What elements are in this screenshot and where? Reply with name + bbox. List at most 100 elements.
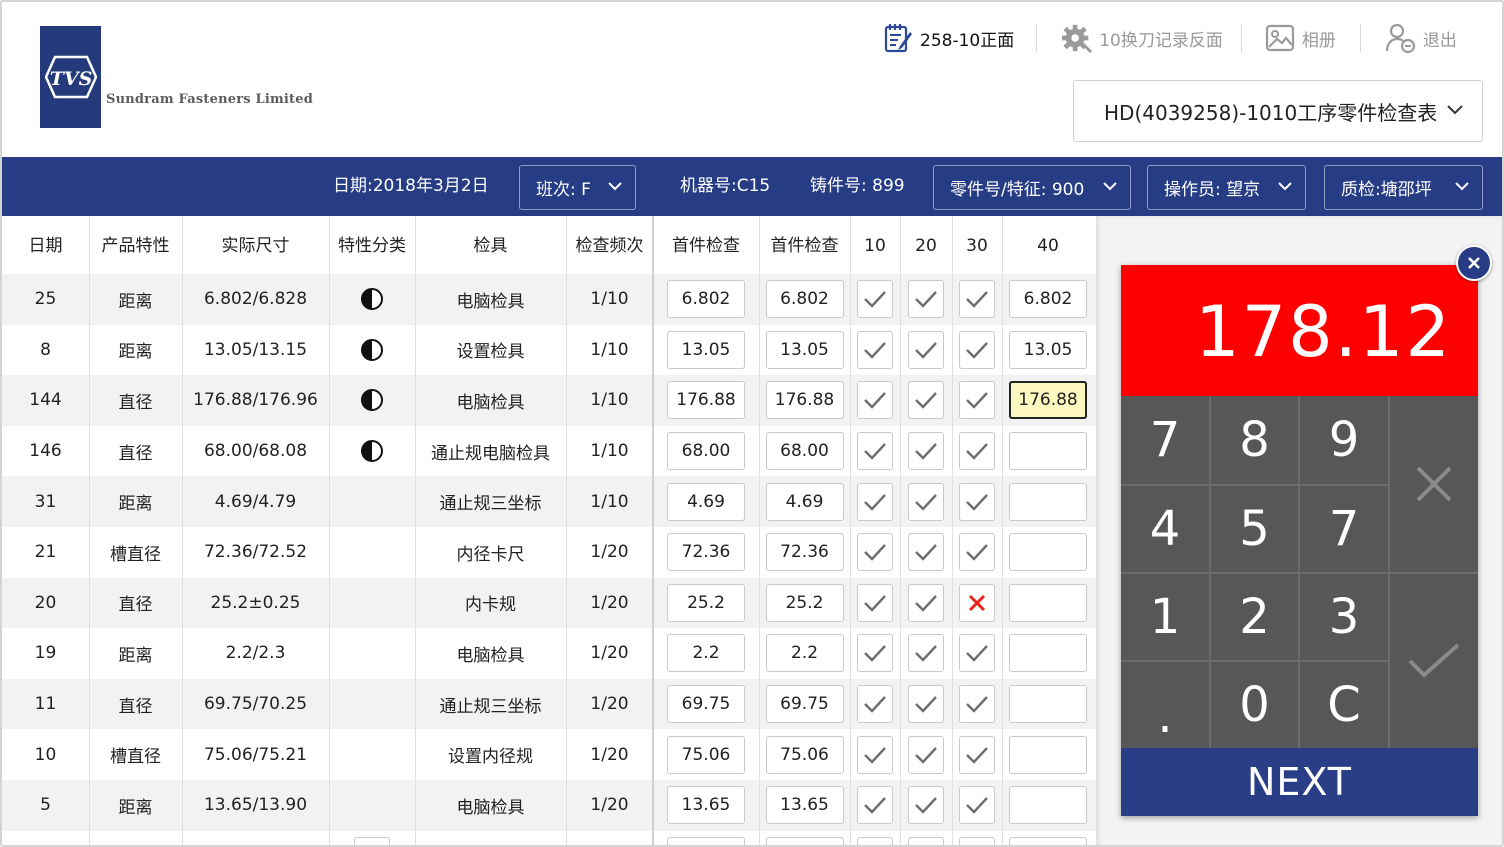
qc-select[interactable]: 质检:塘邵坪	[1324, 165, 1483, 210]
key-digit[interactable]: 9	[1300, 396, 1388, 484]
value-input[interactable]	[667, 836, 745, 845]
check-box[interactable]	[857, 836, 893, 845]
check-box[interactable]	[857, 280, 893, 319]
key-digit[interactable]: 5	[1211, 486, 1298, 572]
value-input[interactable]: 4.69	[765, 482, 844, 521]
key-digit[interactable]: 2	[1211, 574, 1298, 660]
menu-front-sheet[interactable]: 258-10正面	[882, 20, 1014, 56]
check-box[interactable]	[857, 685, 893, 724]
value-input[interactable]: 6.802	[765, 280, 844, 319]
value-input[interactable]: 69.75	[765, 685, 844, 724]
value-input[interactable]: 72.36	[765, 533, 844, 572]
value-input[interactable]: 13.05	[765, 330, 844, 369]
check-box[interactable]	[959, 735, 995, 774]
key-clear[interactable]: C	[1300, 662, 1388, 748]
check-box[interactable]	[908, 634, 944, 673]
value-input[interactable]: 13.05	[1009, 330, 1087, 369]
value-input[interactable]	[765, 836, 844, 845]
check-box[interactable]	[959, 685, 995, 724]
check-box[interactable]	[959, 330, 995, 369]
value-input[interactable]: 68.00	[765, 432, 844, 471]
check-box[interactable]	[857, 330, 893, 369]
value-input[interactable]: 2.2	[765, 634, 844, 673]
key-decimal[interactable]: .	[1121, 662, 1209, 748]
check-box[interactable]	[908, 280, 944, 319]
operator-select[interactable]: 操作员: 望京	[1147, 165, 1306, 210]
value-input[interactable]	[1009, 634, 1087, 673]
value-input[interactable]: 6.802	[667, 280, 745, 319]
check-box[interactable]	[959, 482, 995, 521]
value-input[interactable]: 68.00	[667, 432, 745, 471]
check-box[interactable]	[959, 432, 995, 471]
form-select[interactable]: HD(4039258)-1010工序零件检查表	[1073, 80, 1483, 142]
value-input[interactable]: 13.65	[765, 786, 844, 825]
menu-album[interactable]: 相册	[1264, 20, 1336, 56]
value-input[interactable]: 75.06	[765, 735, 844, 774]
value-input[interactable]: 72.36	[667, 533, 745, 572]
check-icon	[864, 595, 886, 612]
key-digit[interactable]: 0	[1211, 662, 1298, 748]
cell-freq: 1/20	[590, 542, 629, 563]
check-box[interactable]	[959, 533, 995, 572]
menu-logout[interactable]: 退出	[1385, 20, 1457, 56]
key-digit[interactable]: 7	[1121, 396, 1209, 484]
value-input[interactable]: 4.69	[667, 482, 745, 521]
menu-tool-change-back[interactable]: 10换刀记录反面	[1061, 20, 1223, 56]
value-input[interactable]	[1009, 432, 1087, 471]
check-box[interactable]	[857, 583, 893, 622]
value-input[interactable]	[1009, 685, 1087, 724]
shift-select[interactable]: 班次: F	[519, 165, 636, 210]
value-input[interactable]	[1009, 786, 1087, 825]
check-box[interactable]	[857, 381, 893, 420]
check-box[interactable]	[908, 836, 944, 845]
check-box[interactable]	[959, 634, 995, 673]
delete-key[interactable]	[1390, 396, 1478, 572]
value-input[interactable]: 6.802	[1009, 280, 1087, 319]
value-input[interactable]	[1009, 482, 1087, 521]
check-box[interactable]	[908, 330, 944, 369]
check-box[interactable]	[959, 583, 995, 622]
value-input[interactable]	[1009, 735, 1087, 774]
check-box[interactable]	[354, 836, 390, 845]
key-digit[interactable]: 1	[1121, 574, 1209, 660]
key-digit[interactable]: 8	[1211, 396, 1298, 484]
value-input[interactable]: 13.05	[667, 330, 745, 369]
check-box[interactable]	[908, 583, 944, 622]
check-box[interactable]	[908, 735, 944, 774]
key-digit[interactable]: 4	[1121, 486, 1209, 572]
value-input[interactable]: 25.2	[667, 583, 745, 622]
check-box[interactable]	[908, 381, 944, 420]
value-input[interactable]	[1009, 583, 1087, 622]
value-input[interactable]: 176.88	[765, 381, 844, 420]
value-input[interactable]: 75.06	[667, 735, 745, 774]
check-box[interactable]	[857, 786, 893, 825]
key-digit[interactable]: 7	[1300, 486, 1388, 572]
check-box[interactable]	[908, 482, 944, 521]
keypad-close-button[interactable]	[1456, 245, 1492, 281]
value-input[interactable]: 176.88	[667, 381, 745, 420]
check-box[interactable]	[908, 432, 944, 471]
check-box[interactable]	[908, 533, 944, 572]
value-input[interactable]: 176.88	[1009, 381, 1087, 420]
check-box[interactable]	[959, 786, 995, 825]
value-input[interactable]	[1009, 836, 1087, 845]
key-digit[interactable]: 3	[1300, 574, 1388, 660]
confirm-key[interactable]	[1390, 574, 1478, 748]
next-button[interactable]: NEXT	[1121, 748, 1478, 816]
value-input[interactable]: 13.65	[667, 786, 745, 825]
check-box[interactable]	[857, 482, 893, 521]
part-select[interactable]: 零件号/特征: 900	[933, 165, 1131, 210]
check-box[interactable]	[857, 634, 893, 673]
check-box[interactable]	[959, 381, 995, 420]
value-input[interactable]: 2.2	[667, 634, 745, 673]
check-box[interactable]	[959, 836, 995, 845]
value-input[interactable]	[1009, 533, 1087, 572]
value-input[interactable]: 69.75	[667, 685, 745, 724]
check-box[interactable]	[857, 432, 893, 471]
check-box[interactable]	[959, 280, 995, 319]
check-box[interactable]	[908, 786, 944, 825]
check-box[interactable]	[857, 533, 893, 572]
check-box[interactable]	[857, 735, 893, 774]
value-input[interactable]: 25.2	[765, 583, 844, 622]
check-box[interactable]	[908, 685, 944, 724]
